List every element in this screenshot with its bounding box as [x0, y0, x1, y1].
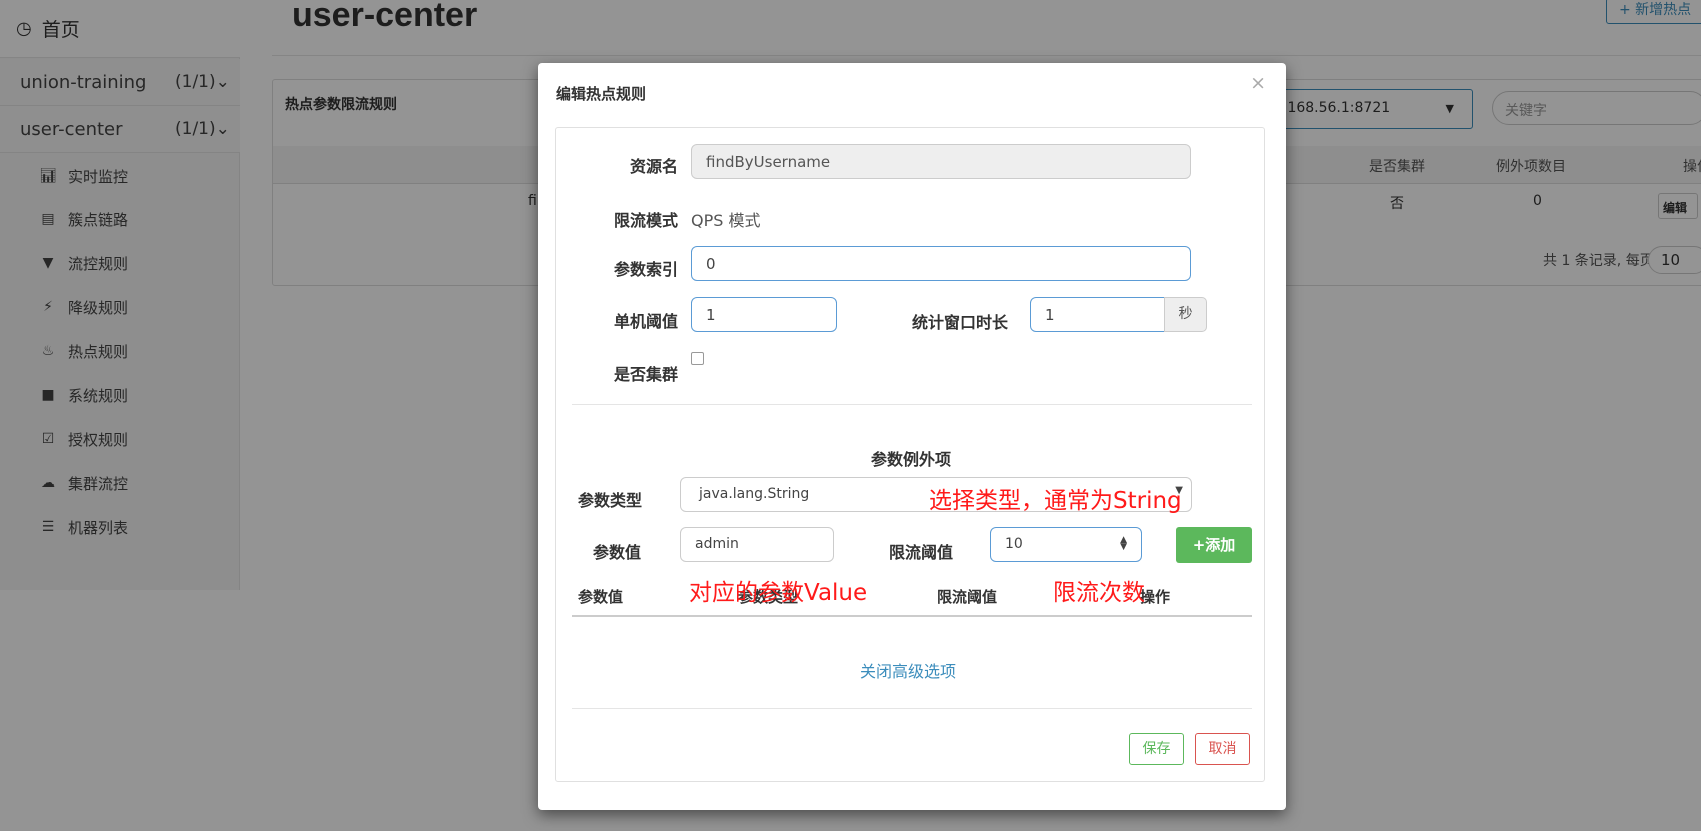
cluster-label: 是否集群 — [613, 365, 678, 384]
threshold-label: 单机阈值 — [613, 312, 678, 331]
edit-hotspot-modal: 编辑热点规则 × 资源名 findByUsername 限流模式 QPS 模式 … — [538, 63, 1286, 810]
col-param-value: 参数值 — [578, 588, 624, 606]
resource-name-field: findByUsername — [691, 144, 1191, 179]
param-index-label: 参数索引 — [613, 260, 678, 279]
limit-input[interactable]: 10 ▲ ▼ — [990, 527, 1142, 562]
col-actions: 操作 — [1140, 588, 1171, 606]
modal-title: 编辑热点规则 — [556, 85, 647, 103]
mode-label: 限流模式 — [613, 211, 678, 230]
param-value-label: 参数值 — [593, 543, 642, 562]
footer-divider — [572, 708, 1252, 709]
col-limit: 限流阈值 — [937, 588, 998, 606]
resource-label: 资源名 — [629, 157, 678, 176]
window-input[interactable]: 1 — [1030, 297, 1165, 332]
close-icon[interactable]: × — [1250, 72, 1266, 94]
window-label: 统计窗口时长 — [911, 313, 1008, 332]
save-button[interactable]: 保存 — [1129, 733, 1184, 765]
type-annotation: 选择类型，通常为String — [929, 488, 1182, 514]
limit-annotation: 限流次数 — [1053, 580, 1145, 606]
window-unit: 秒 — [1164, 297, 1207, 332]
cluster-checkbox[interactable] — [691, 352, 704, 365]
close-advanced-link[interactable]: 关闭高级选项 — [860, 658, 956, 682]
exceptions-title: 参数例外项 — [871, 450, 952, 469]
mode-value: QPS 模式 — [691, 211, 761, 230]
table-divider — [572, 615, 1252, 617]
value-annotation: 对应的参数Value — [689, 580, 868, 606]
threshold-input[interactable]: 1 — [691, 297, 837, 332]
param-index-input[interactable]: 0 — [691, 246, 1191, 281]
cancel-button[interactable]: 取消 — [1195, 733, 1250, 765]
spinner-icon[interactable]: ▲ ▼ — [1120, 536, 1127, 552]
add-exception-button[interactable]: +添加 — [1176, 527, 1252, 563]
param-value-input[interactable]: admin — [680, 527, 834, 562]
limit-label: 限流阈值 — [889, 543, 954, 562]
section-divider — [572, 404, 1252, 405]
param-type-label: 参数类型 — [578, 491, 643, 510]
